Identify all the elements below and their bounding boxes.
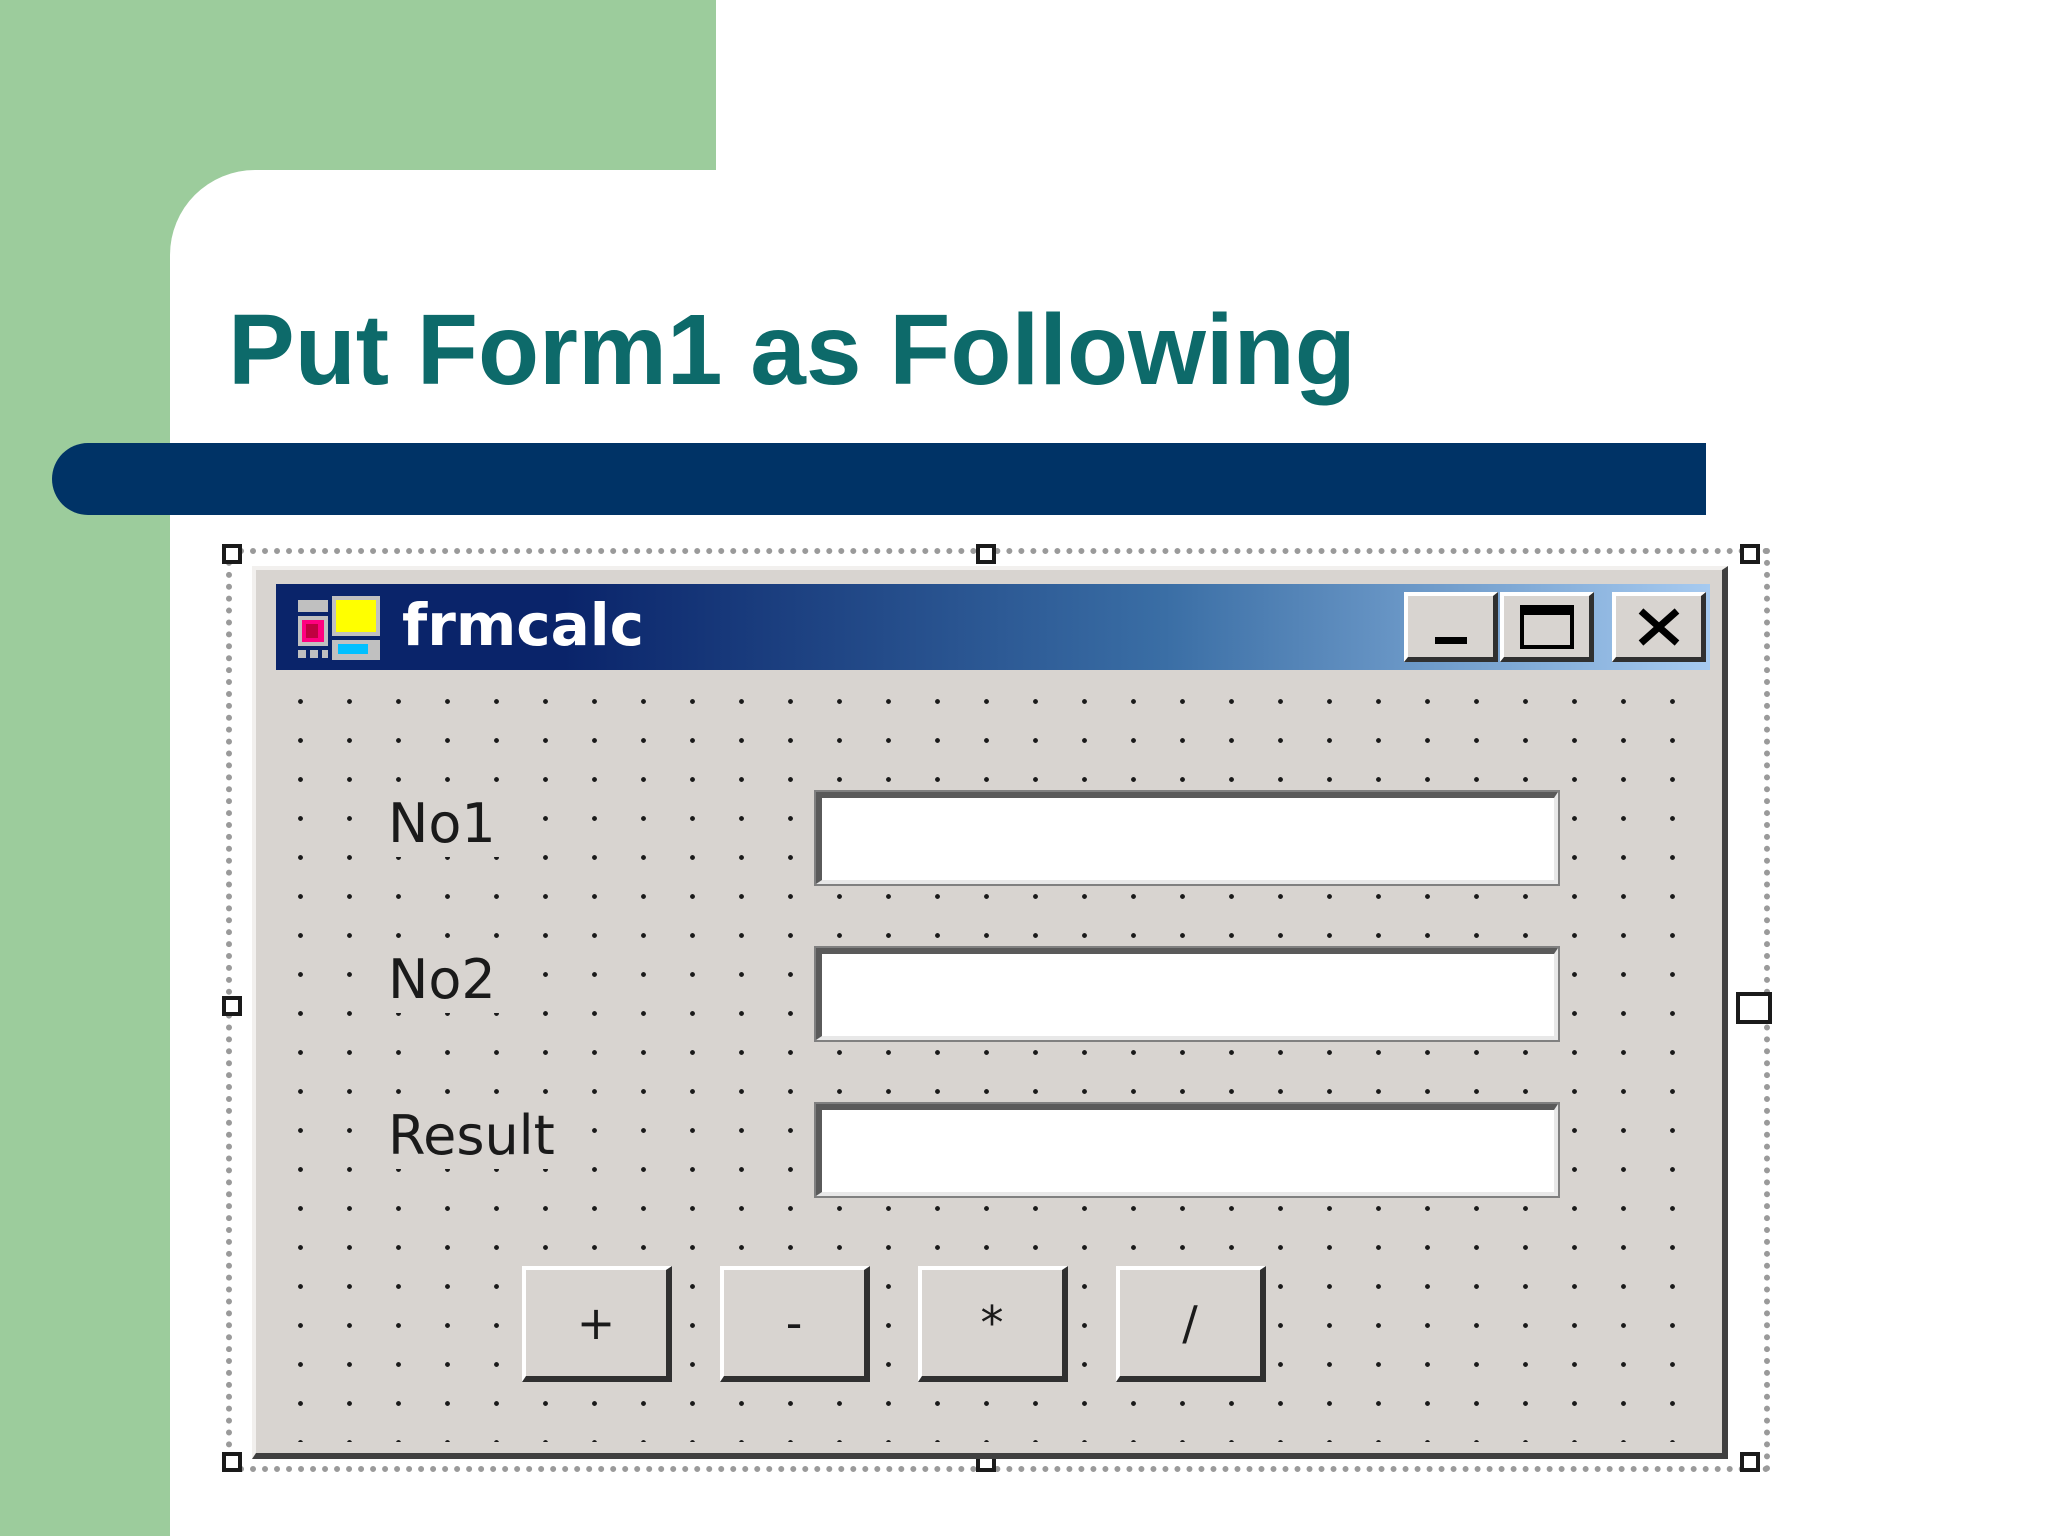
- resize-handle-top[interactable]: [976, 544, 996, 564]
- minimize-icon: [1434, 636, 1467, 644]
- title-rule: [52, 443, 1706, 515]
- close-icon: [1638, 607, 1679, 646]
- maximize-button[interactable]: [1500, 592, 1594, 662]
- textbox-result[interactable]: [814, 1102, 1560, 1198]
- label-result: Result: [382, 1104, 561, 1169]
- resize-handle-right[interactable]: [1736, 992, 1772, 1024]
- form-caption-title: frmcalc: [402, 591, 645, 659]
- textbox-no2[interactable]: [814, 946, 1560, 1042]
- form-window: frmcalc No1 No2 Result + - * /: [252, 566, 1728, 1459]
- label-no1: No1: [382, 792, 502, 857]
- divide-button[interactable]: /: [1116, 1266, 1266, 1382]
- resize-handle-bottom-right[interactable]: [1740, 1452, 1760, 1472]
- minimize-button[interactable]: [1404, 592, 1498, 662]
- maximize-icon: [1519, 604, 1574, 649]
- add-button[interactable]: +: [522, 1266, 672, 1382]
- form-caption-bar[interactable]: frmcalc: [276, 584, 1710, 670]
- label-no2: No2: [382, 948, 502, 1013]
- form-app-icon: [292, 594, 386, 662]
- slide-background: [716, 0, 2048, 170]
- resize-handle-top-left[interactable]: [222, 544, 242, 564]
- resize-handle-top-right[interactable]: [1740, 544, 1760, 564]
- slide-title: Put Form1 as Following: [228, 294, 1356, 406]
- textbox-no1[interactable]: [814, 790, 1560, 886]
- resize-handle-bottom-left[interactable]: [222, 1452, 242, 1472]
- subtract-button[interactable]: -: [720, 1266, 870, 1382]
- resize-handle-left[interactable]: [222, 996, 242, 1016]
- close-button[interactable]: [1612, 592, 1706, 662]
- multiply-button[interactable]: *: [918, 1266, 1068, 1382]
